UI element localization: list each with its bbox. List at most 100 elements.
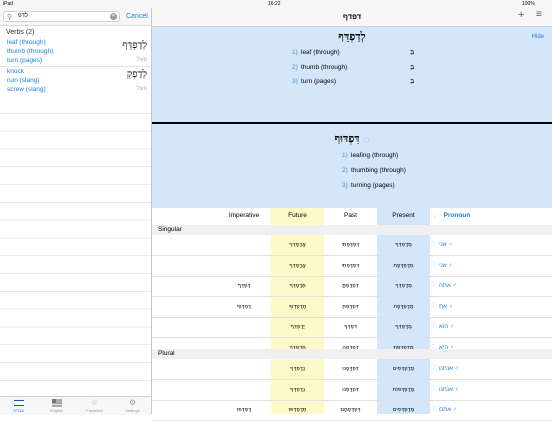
result-gloss: knock [7, 68, 24, 75]
sense-number: 3) [342, 182, 348, 189]
pronoun-cell: אתה ♂ [439, 283, 457, 289]
sense-number: 3) [292, 78, 298, 85]
pronoun-cell: אנחנו ♀ [439, 386, 460, 393]
result-gloss: screw (slang) [7, 86, 46, 93]
row-colon: : [433, 282, 435, 288]
gear-icon: ⚙ [128, 398, 137, 407]
result-hebrew: לְדַפְדֵּף [122, 40, 147, 51]
conjugation-table: Imperative Future Past Present : Pronoun… [152, 208, 552, 421]
search-bar: ⚲ לדפ ✕ Cancel [0, 8, 151, 26]
result-binyan: פִּעֵל [136, 86, 147, 92]
section-label: Plural [158, 350, 175, 357]
sense-text: leafing (through) [351, 152, 399, 159]
empty-list-area [0, 96, 151, 398]
table-row: אֲדַפְדֵּף דִּפְדַּפְתִּי מְדַפְדֶּפֶת: אני… [152, 257, 552, 277]
tab-english[interactable]: English [38, 397, 75, 415]
past-cell: דִּפְדַּפְתָּ [342, 283, 359, 289]
search-query: לדפ [18, 13, 28, 19]
present-cell: מְדַפְדֶּפֶת [393, 303, 414, 310]
present-cell: מְדַפְדֵּף [395, 242, 412, 248]
add-icon[interactable]: + [518, 9, 524, 21]
present-cell: מְדַפְדֵּף [395, 283, 412, 289]
result-gloss: leaf (through) [7, 39, 46, 46]
future-cell: יְדַפְדֵּף [290, 324, 305, 330]
result-gloss: ruin (slang) [7, 77, 40, 84]
row-colon: : [433, 385, 435, 392]
future-cell: נְדַפְדֵּף [289, 386, 306, 393]
past-cell: דִּפְדַּפְתֶּם [340, 407, 361, 413]
tab-hebrew[interactable]: עברית [0, 397, 37, 415]
result-hebrew: לְדַפְקֵ [126, 69, 147, 80]
noun-definition-panel: דִּפְדּוּף ◌ 1) leafing (through) 2) thu… [152, 124, 552, 208]
sense-number: 2) [342, 167, 348, 174]
singular-section: Singular [152, 225, 552, 235]
hide-button[interactable]: Hide [532, 34, 544, 40]
tab-label: English [49, 408, 64, 413]
star-icon: ☆ [90, 398, 99, 407]
section-label: Singular [158, 226, 182, 233]
present-cell: מְדַפְדֶּפֶת [393, 262, 414, 269]
row-colon: : [433, 365, 435, 371]
past-cell: דִּפְדַּפְתִּי [341, 262, 360, 269]
row-colon: : [433, 406, 435, 412]
verb-title: לְדַפְדֵּף [338, 30, 366, 43]
sense-preposition: בְּ [410, 78, 415, 85]
tab-label: Favorites [86, 408, 103, 413]
cancel-button[interactable]: Cancel [126, 13, 148, 20]
pronoun-cell: אני ♂ [439, 242, 453, 248]
tab-settings[interactable]: ⚙ Settings [114, 397, 151, 415]
verbs-section-header: Verbs (2) [6, 29, 35, 36]
imperative-cell: דַּפְדֵּף [237, 283, 251, 289]
past-cell: דִּפְדַּפְנוּ [342, 386, 359, 393]
result-item[interactable]: leaf (through) thumb (through) turn (pag… [0, 37, 151, 67]
table-row: דַּפְדְּפוּ תְּדַפְדְּפוּ דִּפְדַּפְתֶּם מְ… [152, 401, 552, 421]
past-cell: דִּפְדֵּף [344, 324, 357, 330]
battery-level: 100% [522, 1, 535, 7]
tab-label: Settings [125, 408, 140, 413]
search-input[interactable]: ⚲ לדפ ✕ [3, 11, 120, 22]
flag-us-icon [51, 399, 62, 407]
row-colon: : [433, 261, 435, 268]
past-cell: דִּפְדַּפְתִּי [341, 242, 360, 248]
table-row: דַּפְדְּפִי תְּדַפְדְּפִי דִּפְדַּפְתְּ מְד… [152, 298, 552, 318]
future-cell: נְדַפְדֵּף [289, 366, 306, 372]
tab-bar: עברית English ☆ Favorites ⚙ Settings [0, 396, 151, 415]
future-cell: אֲדַפְדֵּף [289, 262, 306, 269]
present-cell: מְדַפְדֵּף [395, 324, 412, 330]
table-row: דַּפְדֵּף תְּדַפְדֵּף דִּפְדַּפְתָּ מְדַפְד… [152, 277, 552, 297]
search-icon: ⚲ [7, 14, 13, 21]
clock: 16:22 [268, 1, 281, 7]
sense-text: thumbing (through) [351, 167, 406, 174]
past-cell: דִּפְדַּפְתְּ [342, 303, 359, 310]
menu-icon[interactable]: ≡ [536, 9, 542, 20]
past-cell: דִּפְדַּפְנוּ [342, 366, 359, 372]
row-colon: : [433, 241, 435, 247]
sense-preposition: בְּ [410, 64, 415, 71]
result-item[interactable]: knock ruin (slang) screw (slang) לְדַפְק… [0, 66, 151, 97]
sense-number: 1) [342, 152, 348, 159]
header-imperative: Imperative [228, 212, 260, 219]
result-gloss: turn (pages) [7, 57, 43, 64]
results-pane: ⚲ לדפ ✕ Cancel Verbs (2) leaf (through) … [0, 8, 152, 415]
verb-definition-panel: לְדַפְדֵּף Hide 1) leaf (through) בְּ 2)… [152, 27, 552, 122]
sense-number: 2) [292, 64, 298, 71]
imperative-cell: דַּפְדְּפוּ [236, 407, 252, 413]
header-pronoun: Pronoun [443, 212, 471, 219]
device-label: iPad [3, 1, 14, 7]
header-past: Past [343, 212, 357, 219]
clear-search-icon[interactable]: ✕ [110, 13, 117, 20]
noun-title-text: דִּפְדּוּף [334, 132, 360, 145]
pronoun-cell: את ♀ [439, 303, 454, 310]
result-gloss: thumb (through) [7, 48, 54, 55]
tab-label: עברית [13, 408, 24, 413]
present-cell: מְדַפְדְּפוֹת [392, 386, 415, 393]
row-colon: : [433, 302, 435, 309]
table-row: יְדַפְדֵּף דִּפְדֵּף מְדַפְדֵּף: הוא ♂ [152, 318, 552, 338]
speaker-icon[interactable]: ◌ [363, 136, 369, 144]
pronoun-cell: אני ♀ [439, 262, 453, 269]
tab-favorites[interactable]: ☆ Favorites [76, 397, 113, 415]
pronoun-cell: הוא ♂ [439, 324, 455, 330]
pronoun-cell: אנחנו ♂ [439, 366, 460, 372]
nav-bar: דפדף + ≡ [152, 8, 552, 27]
header-present: Present [392, 212, 415, 219]
